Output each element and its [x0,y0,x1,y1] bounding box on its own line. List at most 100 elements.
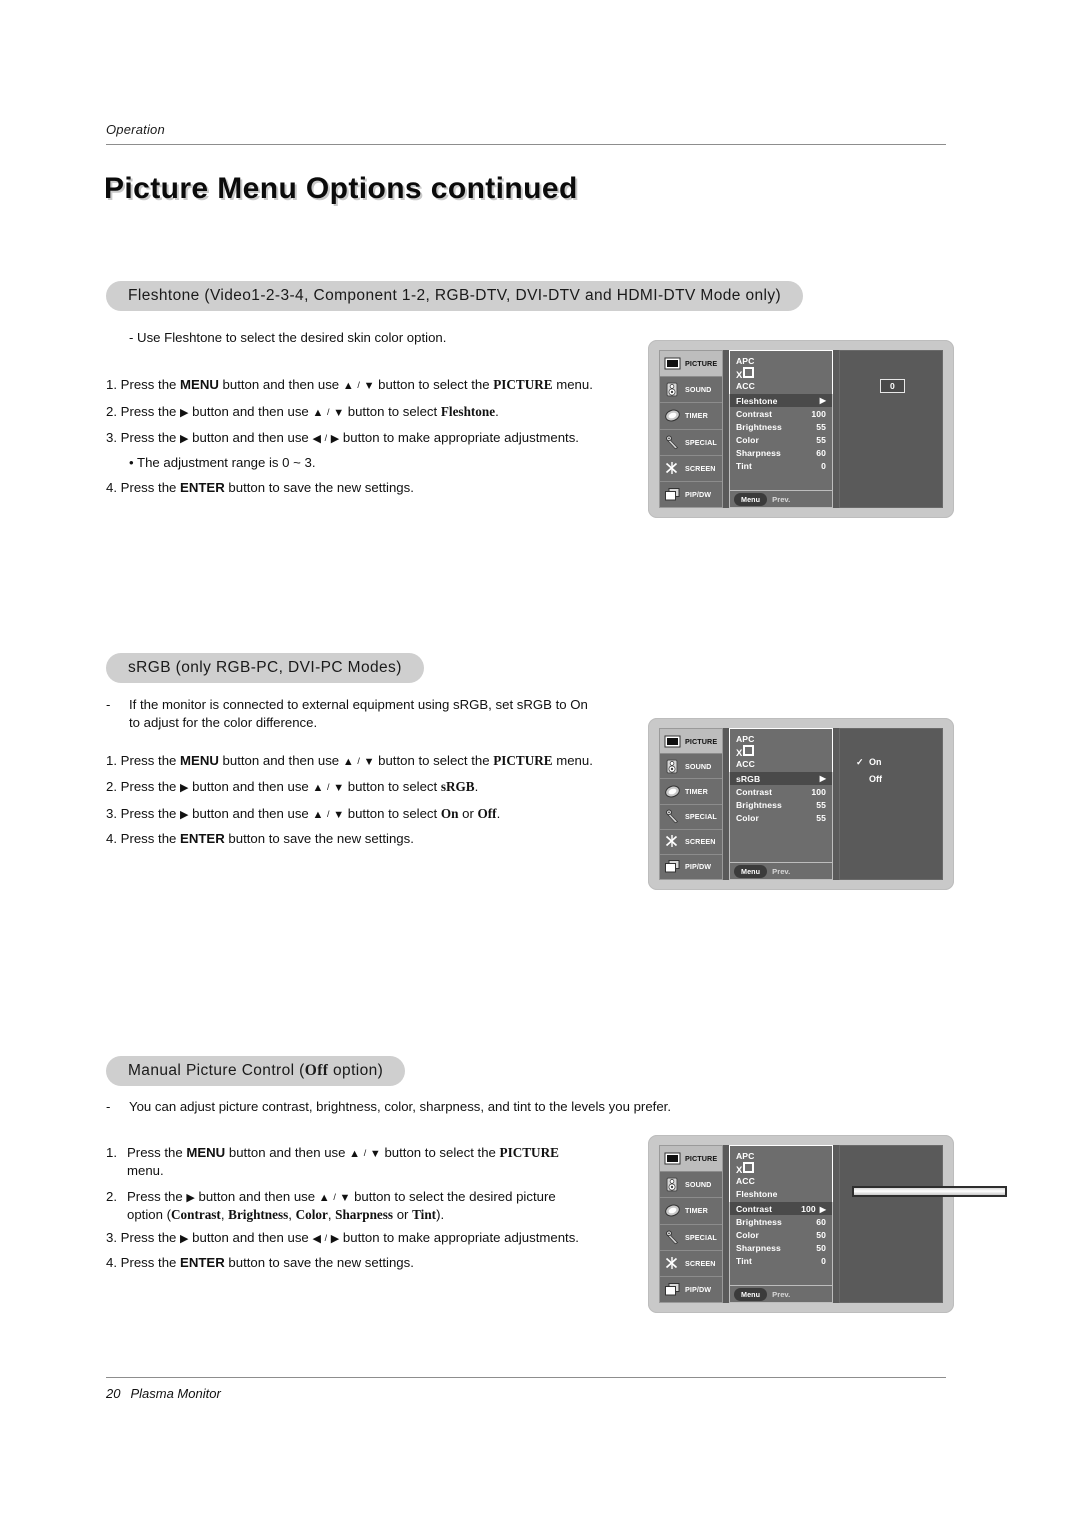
sidebar-item-picture[interactable]: PICTURE [660,1146,722,1173]
osd-preview-pane: 0 [839,350,943,508]
osd-row-value: 55 [816,421,826,432]
osd-row-value: 60 [816,1216,826,1227]
contrast-slider[interactable] [852,1186,1007,1197]
osd-row-label: Contrast [736,1203,773,1214]
sidebar-item-label: PICTURE [685,736,718,746]
osd-rows-group: Fleshtone ▶ Contrast 100 Brightness 55 C… [729,394,833,491]
sidebar-item-label: PICTURE [685,359,718,369]
osd-row-label: Sharpness [736,1242,781,1253]
product-name: Plasma Monitor [130,1386,221,1401]
osd-item-label: APC [736,733,755,744]
osd-row-contrast[interactable]: Contrast 100 [736,407,826,420]
osd-row-label: Brightness [736,1216,782,1227]
menu-button[interactable]: Menu [734,492,768,506]
osd-item-apc[interactable]: APC [736,732,826,745]
osd-menu-column: APC X ACC sRGB ▶ Contrast 100 Brightness… [729,728,833,880]
scissors-icon [665,1256,678,1269]
osd-row-brightness[interactable]: Brightness 55 [736,420,826,433]
chevron-right-icon: ▶ [819,1204,826,1214]
osd-row-label: Contrast [736,786,773,797]
osd-row-srgb[interactable]: sRGB ▶ [730,772,832,785]
wrench-icon [666,435,679,449]
osd-item-label: ACC [736,1175,755,1186]
wrench-icon [666,1230,679,1244]
osd-row-color[interactable]: Color 55 [736,433,826,446]
osd-screenshot-manual-picture: PICTURE SOUND TIMER SPECIAL SCREEN PIP/D… [648,1135,1007,1313]
page-footer: 20 Plasma Monitor [106,1386,221,1401]
osd-preview-pane [839,1145,1007,1303]
osd-row-value: 100 [811,786,826,797]
sidebar-item-label: TIMER [685,1206,708,1216]
osd-row-tint[interactable]: Tint 0 [736,459,826,472]
sidebar-item-special[interactable]: SPECIAL [660,805,722,830]
scissors-icon [665,461,678,474]
sidebar-item-screen[interactable]: SCREEN [660,830,722,855]
sidebar-item-sound[interactable]: SOUND [660,377,722,404]
osd-row-contrast[interactable]: Contrast 100 [736,785,826,798]
sidebar-item-timer[interactable]: TIMER [660,779,722,805]
sidebar-item-label: SOUND [685,761,712,771]
osd-row-label: Fleshtone [736,395,778,406]
osd-item-apc[interactable]: APC [736,354,826,367]
section-heading-text: Manual Picture Control (Off option) [128,1062,384,1079]
menu-button[interactable]: Menu [734,864,768,878]
sidebar-item-sound[interactable]: SOUND [660,754,722,780]
picture-icon [664,1152,681,1165]
section1-step-4: 4. Press the ENTER button to save the ne… [106,480,414,495]
osd-row-color[interactable]: Color 50 [736,1228,826,1241]
sidebar-item-special[interactable]: SPECIAL [660,1225,722,1251]
osd-row-color[interactable]: Color 55 [736,811,826,824]
sidebar-item-pip-dw[interactable]: PIP/DW [660,855,722,879]
sidebar-item-label: SCREEN [685,837,716,847]
osd-row-value: 55 [816,434,826,445]
osd-row-contrast[interactable]: Contrast 100 ▶ [730,1202,832,1215]
osd-row-brightness[interactable]: Brightness 55 [736,798,826,811]
prev-label[interactable]: Prev. [772,867,790,876]
sidebar-item-screen[interactable]: SCREEN [660,1251,722,1277]
xd-logo-icon: X [736,745,826,759]
osd-row-tint[interactable]: Tint 0 [736,1254,826,1267]
section2-bullet: - If the monitor is connected to external… [106,697,588,730]
osd-item-apc[interactable]: APC [736,1149,826,1162]
section2-step-3: 3. Press the ▶ button and then use ▲ / ▼… [106,806,501,821]
sidebar-item-label: TIMER [685,786,708,796]
osd-row-sharpness[interactable]: Sharpness 60 [736,446,826,459]
sidebar-item-picture[interactable]: PICTURE [660,729,722,755]
sidebar-item-timer[interactable]: TIMER [660,403,722,430]
speaker-icon [666,1177,678,1192]
osd-item-fleshtone[interactable]: Fleshtone [736,1187,826,1200]
sidebar-item-pip-dw[interactable]: PIP/DW [660,482,722,507]
sidebar-item-picture[interactable]: PICTURE [660,351,722,378]
osd-row-value: 60 [816,447,826,458]
osd-row-value: 0 [821,1255,826,1266]
osd-rows-group: Contrast 100 ▶ Brightness 60 Color 50 Sha… [729,1202,833,1286]
osd-item-label: ACC [736,380,755,391]
osd-row-value: 55 [816,799,826,810]
menu-button[interactable]: Menu [734,1287,768,1301]
chevron-right-icon: ▶ [819,396,826,405]
osd-item-label: Fleshtone [736,1188,778,1199]
section3-step-1: 1. Press the MENU button and then use ▲ /… [106,1145,559,1178]
prev-label[interactable]: Prev. [772,1290,790,1299]
osd-menu-rail: PICTURE SOUND TIMER SPECIAL SCREEN PIP/D… [659,1145,723,1303]
option-off[interactable]: Off [856,771,882,788]
osd-row-sharpness[interactable]: Sharpness 50 [736,1241,826,1254]
osd-row-label: Tint [736,1255,752,1266]
sidebar-item-timer[interactable]: TIMER [660,1198,722,1225]
sidebar-item-special[interactable]: SPECIAL [660,430,722,456]
osd-row-fleshtone[interactable]: Fleshtone ▶ [730,394,832,407]
sidebar-item-pip-dw[interactable]: PIP/DW [660,1277,722,1302]
sidebar-item-sound[interactable]: SOUND [660,1172,722,1199]
xd-logo-icon: X [736,1162,826,1176]
wrench-icon [666,809,679,824]
prev-label[interactable]: Prev. [772,495,790,504]
section1-bullet: - Use Fleshtone to select the desired sk… [129,330,447,345]
osd-item-acc[interactable]: ACC [736,757,826,770]
pip-windows-icon [665,1282,680,1296]
osd-item-label: APC [736,1150,755,1161]
option-on[interactable]: ✓ On [856,754,882,771]
sidebar-item-screen[interactable]: SCREEN [660,456,722,482]
osd-row-brightness[interactable]: Brightness 60 [736,1215,826,1228]
osd-item-acc[interactable]: ACC [736,379,826,392]
osd-item-acc[interactable]: ACC [736,1174,826,1187]
